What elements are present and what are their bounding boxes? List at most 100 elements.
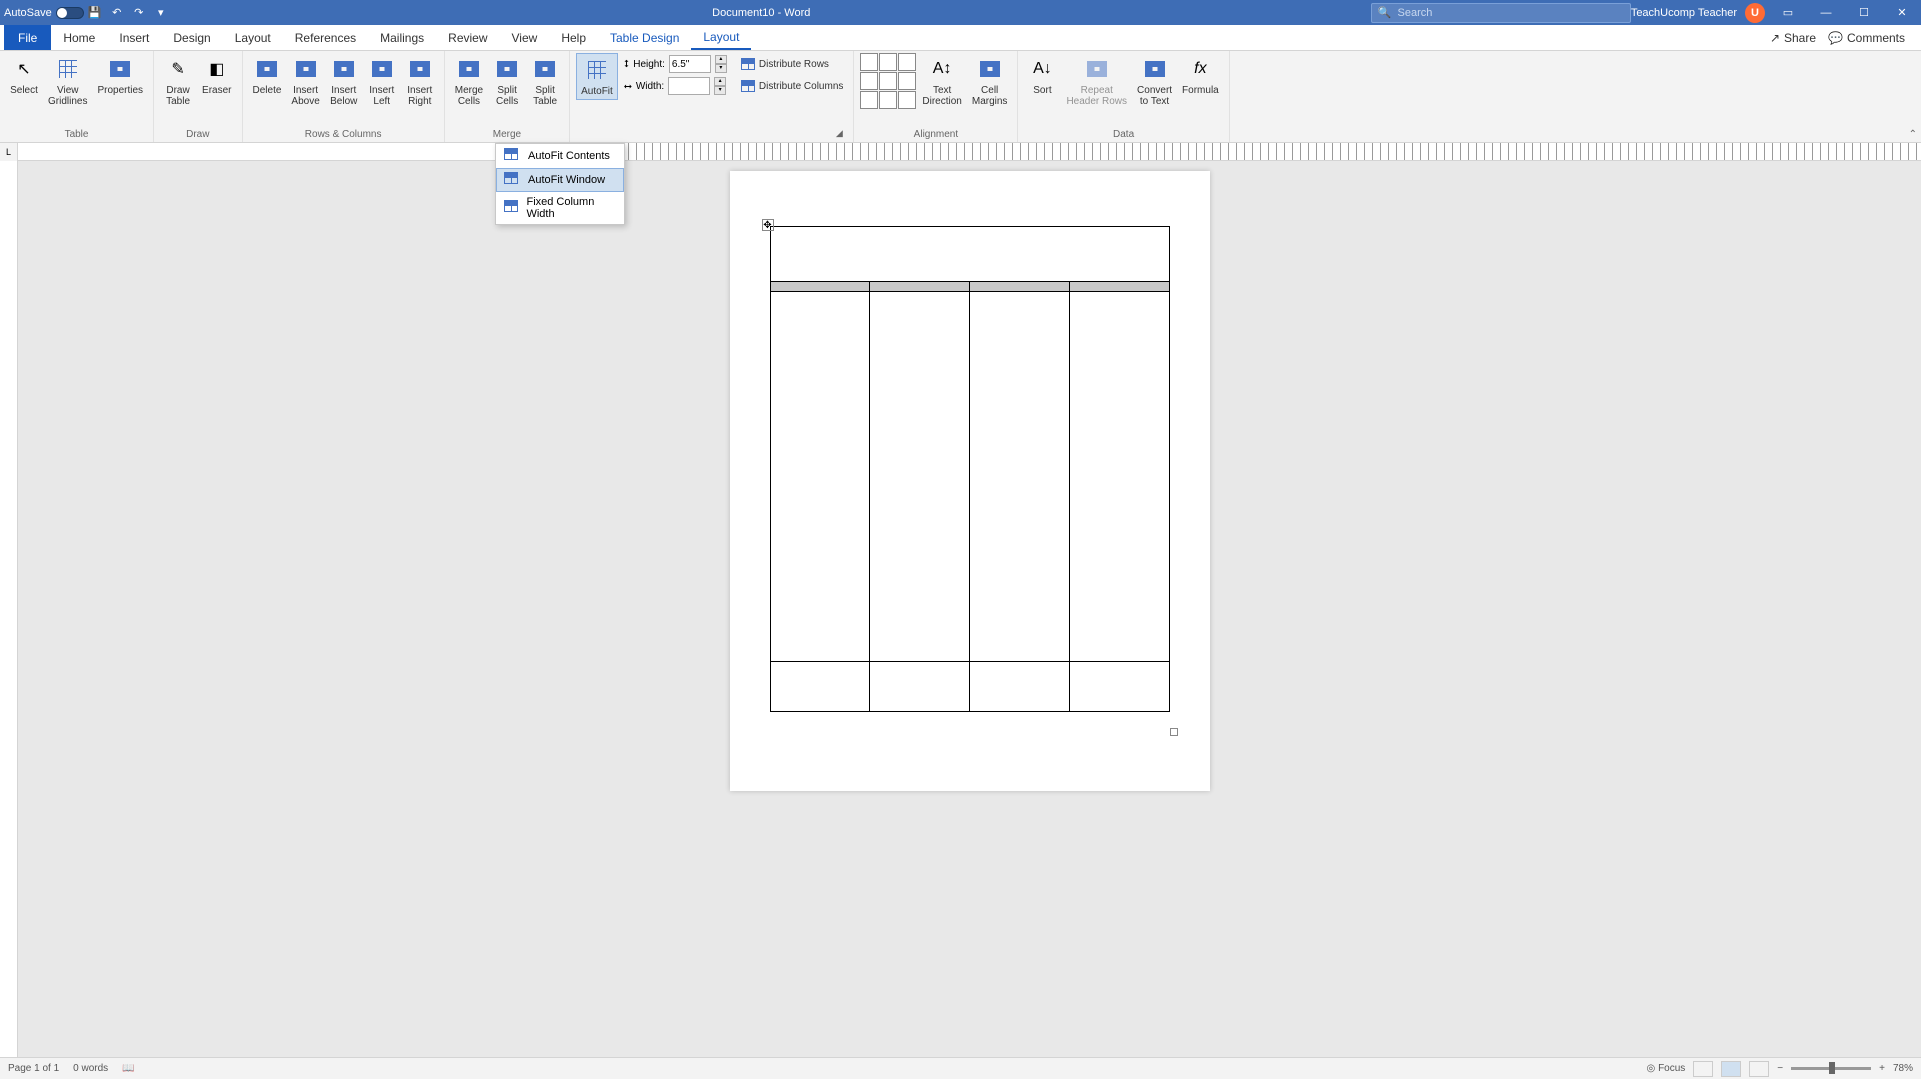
word-count[interactable]: 0 words [73, 1063, 108, 1074]
sort-button[interactable]: A↓Sort [1024, 53, 1060, 98]
focus-mode-button[interactable]: ◎ Focus [1647, 1063, 1686, 1074]
table-row[interactable] [770, 227, 1169, 282]
mailings-tab[interactable]: Mailings [368, 25, 436, 50]
align-bot-center[interactable] [879, 91, 897, 109]
zoom-slider[interactable] [1791, 1067, 1871, 1070]
delete-button[interactable]: Delete [249, 53, 286, 98]
review-tab[interactable]: Review [436, 25, 499, 50]
align-mid-right[interactable] [898, 72, 916, 90]
spell-check-icon[interactable]: 📖 [122, 1063, 134, 1074]
insert-tab[interactable]: Insert [107, 25, 161, 50]
design-tab[interactable]: Design [161, 25, 222, 50]
home-tab[interactable]: Home [51, 25, 107, 50]
view-tab[interactable]: View [500, 25, 550, 50]
table-cell[interactable] [1069, 292, 1169, 662]
table-cell[interactable] [770, 292, 870, 662]
autofit-window-item[interactable]: AutoFit Window [496, 168, 624, 192]
insert-below-button[interactable]: Insert Below [326, 53, 362, 109]
view-gridlines-button[interactable]: View Gridlines [44, 53, 91, 109]
zoom-in-button[interactable]: + [1879, 1063, 1885, 1074]
table-cell[interactable] [1069, 282, 1169, 292]
user-avatar[interactable]: U [1745, 3, 1765, 23]
file-tab[interactable]: File [4, 25, 51, 50]
align-top-right[interactable] [898, 53, 916, 71]
document-scroll[interactable]: ✥ [18, 161, 1921, 1057]
references-tab[interactable]: References [283, 25, 368, 50]
cell-size-launcher-icon[interactable]: ◢ [833, 128, 845, 140]
insert-left-button[interactable]: Insert Left [364, 53, 400, 109]
redo-icon[interactable]: ↷ [130, 4, 148, 22]
table-row-selected[interactable] [770, 282, 1169, 292]
table-layout-tab[interactable]: Layout [691, 25, 751, 50]
table-move-handle[interactable]: ✥ [762, 219, 774, 231]
eraser-button[interactable]: ◧Eraser [198, 53, 235, 98]
autosave-toggle[interactable] [56, 7, 84, 19]
table-cell[interactable] [1069, 662, 1169, 712]
merge-cells-button[interactable]: Merge Cells [451, 53, 487, 109]
minimize-icon[interactable]: — [1811, 3, 1841, 23]
align-top-center[interactable] [879, 53, 897, 71]
table-resize-handle[interactable] [1170, 728, 1178, 736]
user-name[interactable]: TeachUcomp Teacher [1631, 7, 1737, 19]
page[interactable]: ✥ [730, 171, 1210, 791]
width-spinner[interactable]: ▴▾ [714, 77, 726, 95]
table-cell[interactable] [970, 282, 1070, 292]
text-direction-button[interactable]: A↕Text Direction [918, 53, 965, 109]
align-mid-center[interactable] [879, 72, 897, 90]
fixed-column-width-item[interactable]: Fixed Column Width [496, 192, 624, 224]
help-tab[interactable]: Help [549, 25, 598, 50]
cell-margins-button[interactable]: Cell Margins [968, 53, 1012, 109]
select-button[interactable]: ↖Select [6, 53, 42, 98]
split-cells-button[interactable]: Split Cells [489, 53, 525, 109]
insert-right-button[interactable]: Insert Right [402, 53, 438, 109]
comments-button[interactable]: 💬Comments [1828, 31, 1905, 45]
collapse-ribbon-icon[interactable]: ⌃ [1909, 129, 1917, 140]
table-cell[interactable] [770, 227, 1169, 282]
zoom-out-button[interactable]: − [1777, 1063, 1783, 1074]
distribute-columns-button[interactable]: Distribute Columns [737, 75, 847, 97]
qat-customize-icon[interactable]: ▾ [152, 4, 170, 22]
table-cell[interactable] [870, 662, 970, 712]
align-mid-left[interactable] [860, 72, 878, 90]
table-cell[interactable] [870, 282, 970, 292]
table-cell[interactable] [870, 292, 970, 662]
table-cell[interactable] [970, 292, 1070, 662]
height-input[interactable] [669, 55, 711, 73]
document-table[interactable] [770, 226, 1170, 712]
table-cell[interactable] [770, 662, 870, 712]
share-button[interactable]: ↗Share [1770, 31, 1816, 45]
ruler-corner[interactable]: L [0, 143, 18, 161]
zoom-level[interactable]: 78% [1893, 1063, 1913, 1074]
page-indicator[interactable]: Page 1 of 1 [8, 1063, 59, 1074]
print-layout-button[interactable] [1721, 1061, 1741, 1077]
align-top-left[interactable] [860, 53, 878, 71]
table-cell[interactable] [970, 662, 1070, 712]
align-bot-right[interactable] [898, 91, 916, 109]
formula-button[interactable]: fxFormula [1178, 53, 1223, 98]
table-cell[interactable] [770, 282, 870, 292]
draw-table-button[interactable]: ✎Draw Table [160, 53, 196, 109]
convert-to-text-button[interactable]: Convert to Text [1133, 53, 1176, 109]
layout-tab[interactable]: Layout [223, 25, 283, 50]
width-input[interactable] [668, 77, 710, 95]
autofit-contents-item[interactable]: AutoFit Contents [496, 144, 624, 168]
table-design-tab[interactable]: Table Design [598, 25, 691, 50]
split-table-button[interactable]: Split Table [527, 53, 563, 109]
table-row[interactable] [770, 292, 1169, 662]
horizontal-ruler[interactable] [18, 143, 1921, 161]
height-spinner[interactable]: ▴▾ [715, 55, 727, 73]
distribute-rows-button[interactable]: Distribute Rows [737, 53, 847, 75]
close-icon[interactable]: ✕ [1887, 3, 1917, 23]
repeat-header-rows-button[interactable]: Repeat Header Rows [1062, 53, 1131, 109]
read-mode-button[interactable] [1693, 1061, 1713, 1077]
undo-icon[interactable]: ↶ [108, 4, 126, 22]
maximize-icon[interactable]: ☐ [1849, 3, 1879, 23]
ribbon-display-icon[interactable]: ▭ [1773, 3, 1803, 23]
web-layout-button[interactable] [1749, 1061, 1769, 1077]
table-row[interactable] [770, 662, 1169, 712]
save-icon[interactable]: 💾 [86, 4, 104, 22]
autofit-button[interactable]: AutoFit [576, 53, 618, 100]
align-bot-left[interactable] [860, 91, 878, 109]
search-box[interactable]: 🔍 Search [1371, 3, 1631, 23]
insert-above-button[interactable]: Insert Above [287, 53, 323, 109]
